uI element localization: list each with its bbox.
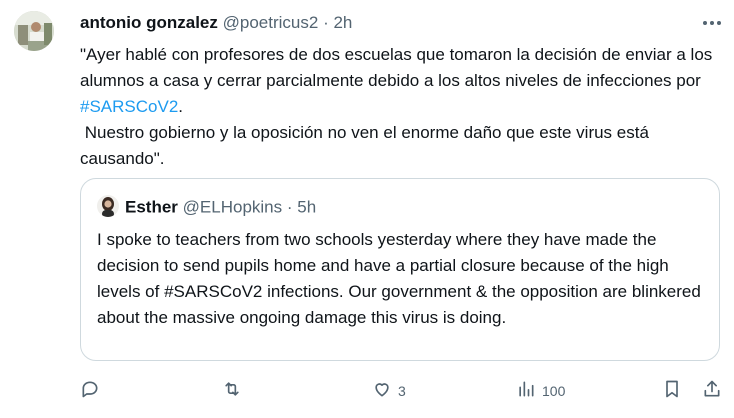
tweet-text-part-1: "Ayer hablé con profesores de dos escuel… bbox=[80, 45, 718, 90]
reply-button[interactable] bbox=[80, 376, 100, 406]
bookmark-button[interactable] bbox=[662, 376, 682, 406]
header-separator: · bbox=[323, 13, 329, 32]
views-button[interactable]: 100 bbox=[516, 376, 565, 406]
reply-icon bbox=[80, 379, 100, 404]
share-button[interactable] bbox=[702, 376, 722, 406]
hashtag-link[interactable]: #SARSCoV2 bbox=[80, 97, 178, 116]
author-avatar[interactable] bbox=[14, 11, 54, 51]
quoted-tweet-text: I spoke to teachers from two schools yes… bbox=[97, 230, 701, 327]
views-icon bbox=[516, 379, 536, 404]
tweet[interactable]: antonio gonzalez @poetricus2 · 2h "Ayer … bbox=[0, 0, 734, 418]
tweet-text: "Ayer hablé con profesores de dos escuel… bbox=[80, 42, 720, 172]
retweet-icon bbox=[222, 379, 242, 404]
quoted-header-separator: · bbox=[286, 197, 293, 217]
like-count: 3 bbox=[398, 383, 406, 399]
bookmark-icon bbox=[662, 379, 682, 404]
quoted-tweet[interactable]: Esther @ELHopkins · 5h I spoke to teache… bbox=[80, 178, 720, 361]
action-bar: 3 100 bbox=[0, 376, 734, 406]
quoted-author-avatar[interactable] bbox=[97, 195, 119, 217]
quoted-time[interactable]: 5h bbox=[297, 197, 316, 216]
retweet-button[interactable] bbox=[222, 376, 242, 406]
tweet-header: antonio gonzalez @poetricus2 · 2h bbox=[80, 13, 352, 33]
share-icon bbox=[702, 379, 722, 404]
like-button[interactable]: 3 bbox=[372, 376, 406, 406]
heart-icon bbox=[372, 379, 392, 404]
views-count: 100 bbox=[542, 383, 566, 399]
quoted-tweet-header: Esther @ELHopkins · 5h bbox=[97, 195, 316, 219]
quoted-author-handle[interactable]: @ELHopkins bbox=[183, 197, 282, 216]
quoted-author-name[interactable]: Esther bbox=[125, 197, 178, 216]
tweet-time[interactable]: 2h bbox=[333, 13, 352, 32]
author-name[interactable]: antonio gonzalez bbox=[80, 13, 218, 32]
author-handle[interactable]: @poetricus2 bbox=[223, 13, 319, 32]
more-options-icon[interactable] bbox=[700, 13, 724, 33]
